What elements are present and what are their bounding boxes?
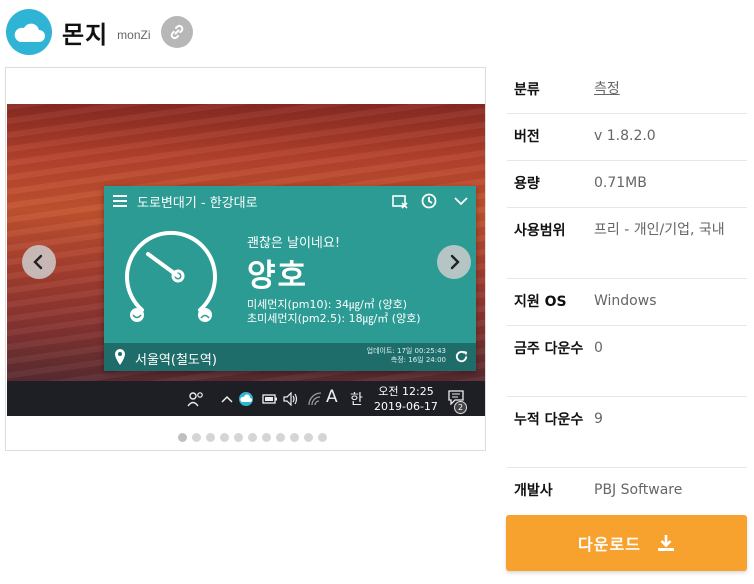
info-label: 사용범위 <box>514 223 566 239</box>
info-row-developer: 개발사 PBJ Software <box>507 468 747 514</box>
clock-time: 오전 12:25 <box>378 385 434 398</box>
battery-icon <box>262 394 277 404</box>
info-value: Windows <box>594 293 657 309</box>
gallery-next-button[interactable] <box>437 245 471 279</box>
app-info-table: 분류 측정 버전 v 1.8.2.0 용량 0.71MB 사용범위 프리 - 개… <box>507 67 747 514</box>
info-row-version: 버전 v 1.8.2.0 <box>507 114 747 161</box>
monzi-tray-icon <box>239 392 253 406</box>
ime-indicator: 한 <box>350 392 363 408</box>
measure-time-text: 측정: 16일 24:00 <box>390 356 446 364</box>
location-pin-icon <box>115 349 125 365</box>
info-value: 0 <box>594 340 603 356</box>
volume-icon <box>283 392 298 406</box>
gallery-pagination <box>178 433 327 442</box>
pagination-dot[interactable] <box>178 433 187 442</box>
air-gauge-icon <box>125 230 217 322</box>
pagination-dot[interactable] <box>248 433 257 442</box>
notification-count-badge: 2 <box>454 401 467 414</box>
clock-date: 2019-06-17 <box>374 400 438 413</box>
widget-topbar: 도로변대기 - 한강대로 <box>104 186 476 216</box>
refresh-icon <box>455 350 468 363</box>
pagination-dot[interactable] <box>220 433 229 442</box>
close-window-icon <box>392 195 408 209</box>
gallery-prev-button[interactable] <box>22 245 56 279</box>
pagination-dot[interactable] <box>234 433 243 442</box>
history-icon <box>421 193 437 209</box>
menu-icon <box>113 195 127 207</box>
pagination-dot[interactable] <box>192 433 201 442</box>
info-row-weekly-downloads: 금주 다운수 0 <box>507 326 747 397</box>
chevron-up-icon <box>221 395 233 403</box>
download-label: 다운로드 <box>578 535 641 554</box>
info-label: 누적 다운수 <box>514 412 584 428</box>
status-message: 괜찮은 날이네요! <box>247 236 341 251</box>
people-icon <box>187 392 203 407</box>
widget-bottombar: 서울역(철도역) 업데이트: 17일 00:25:43 측정: 16일 24:0… <box>104 343 476 371</box>
app-header: 몬지 monZi <box>6 8 193 56</box>
info-row-total-downloads: 누적 다운수 9 <box>507 397 747 468</box>
chevron-down-icon <box>454 197 468 206</box>
download-icon <box>657 535 674 551</box>
pagination-dot[interactable] <box>206 433 215 442</box>
download-button[interactable]: 다운로드 <box>506 515 747 571</box>
info-label: 분류 <box>514 82 540 98</box>
info-value: PBJ Software <box>594 482 683 498</box>
copy-link-button[interactable] <box>160 16 193 48</box>
info-label: 금주 다운수 <box>514 341 584 357</box>
input-mode-a: A <box>326 387 338 407</box>
app-alt-name: monZi <box>117 28 151 42</box>
cloud-logo-icon <box>6 9 52 55</box>
info-row-license: 사용범위 프리 - 개인/기업, 국내 <box>507 208 747 279</box>
update-time-text: 업데이트: 17일 00:25:43 <box>366 347 446 355</box>
category-link[interactable]: 측정 <box>594 78 744 101</box>
link-icon <box>170 24 183 40</box>
gallery-slide[interactable]: 도로변대기 - 한강대로 괜찮은 날이네요! 양호 미세먼지(pm10): 34… <box>7 104 485 416</box>
widget-title: 도로변대기 - 한강대로 <box>137 196 258 211</box>
pagination-dot[interactable] <box>318 433 327 442</box>
windows-taskbar: A 한 오전 12:25 2019-06-17 2 <box>7 381 485 416</box>
app-title: 몬지 <box>62 20 109 49</box>
pagination-dot[interactable] <box>262 433 271 442</box>
pm25-reading: 초미세먼지(pm2.5): 18㎍/㎥ (양호) <box>247 312 421 325</box>
app-widget-preview: 도로변대기 - 한강대로 괜찮은 날이네요! 양호 미세먼지(pm10): 34… <box>104 186 476 371</box>
info-label: 버전 <box>514 129 540 145</box>
pagination-dot[interactable] <box>290 433 299 442</box>
info-label: 개발사 <box>514 483 553 499</box>
air-grade: 양호 <box>247 258 309 294</box>
info-label: 지원 OS <box>514 294 567 310</box>
info-value: 0.71MB <box>594 175 647 191</box>
station-name: 서울역(철도역) <box>135 353 217 368</box>
update-time: 업데이트: 17일 00:25:43 측정: 16일 24:00 <box>367 347 446 365</box>
info-row-size: 용량 0.71MB <box>507 161 747 208</box>
taskbar-clock: 오전 12:25 2019-06-17 <box>374 384 438 414</box>
info-value: v 1.8.2.0 <box>594 128 656 144</box>
info-row-os: 지원 OS Windows <box>507 279 747 326</box>
pagination-dot[interactable] <box>304 433 313 442</box>
chevron-right-icon <box>450 254 460 270</box>
info-value: 9 <box>594 411 603 427</box>
info-label: 용량 <box>514 176 540 192</box>
pagination-dot[interactable] <box>276 433 285 442</box>
info-value: 프리 - 개인/기업, 국내 <box>594 222 725 238</box>
wifi-icon <box>308 392 322 406</box>
chevron-left-icon <box>33 254 43 270</box>
screenshot-gallery: 도로변대기 - 한강대로 괜찮은 날이네요! 양호 미세먼지(pm10): 34… <box>5 67 486 451</box>
info-row-category: 분류 측정 <box>507 67 747 114</box>
